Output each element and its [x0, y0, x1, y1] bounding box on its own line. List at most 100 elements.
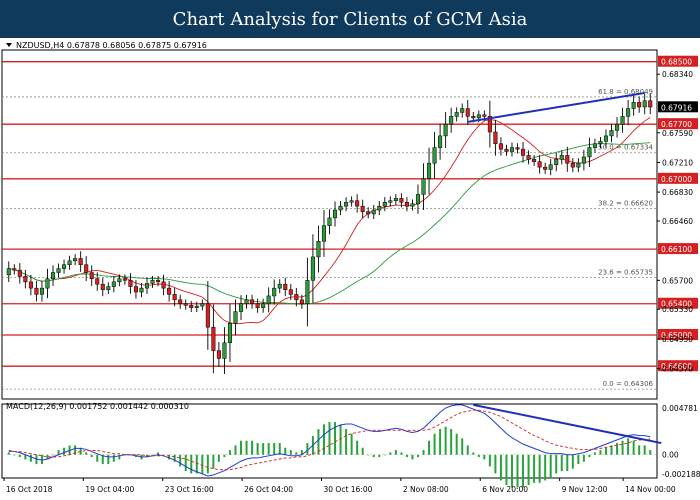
candle-body [244, 299, 249, 304]
macd-histogram-bar [262, 443, 265, 455]
macd-histogram-bar [560, 454, 563, 472]
candle-body [62, 264, 67, 269]
candle-body [294, 294, 299, 301]
macd-histogram-bar [217, 454, 220, 462]
candle-body [603, 135, 609, 142]
macd-histogram-bar [571, 454, 574, 469]
candle-body [615, 123, 620, 131]
macd-histogram-bar [251, 440, 254, 455]
candle-body [471, 116, 476, 119]
candle-body [526, 155, 531, 160]
candle-body [78, 258, 83, 265]
macd-histogram-bar [378, 454, 381, 458]
candle-body [421, 178, 426, 195]
candle-body [532, 159, 537, 162]
macd-histogram-bar [206, 454, 209, 474]
candle-body [288, 289, 293, 295]
macd-histogram-bar [96, 454, 99, 462]
macd-histogram-bar [361, 447, 364, 455]
candle-body [12, 268, 17, 271]
macd-histogram-bar [522, 454, 525, 488]
macd-histogram-bar [488, 454, 491, 467]
candle-body [454, 112, 459, 117]
x-tick-label: 30 Oct 16:00 [324, 485, 373, 494]
macd-histogram-bar [328, 422, 331, 455]
candle-body [399, 198, 404, 203]
candle-body [194, 305, 199, 308]
candle-body [299, 299, 304, 304]
candle-body [45, 278, 50, 289]
candle-body [620, 116, 625, 125]
macd-histogram-bar [593, 452, 596, 455]
candle-body [460, 108, 465, 113]
candle-body [6, 268, 11, 276]
macd-histogram-bar [63, 447, 66, 455]
price-chart-svg[interactable]: 61.8 = 0.6804950.0 = 0.6733438.2 = 0.666… [0, 38, 700, 500]
candle-body [366, 211, 371, 215]
candle-body [250, 299, 255, 304]
candle-body [360, 205, 365, 212]
macd-histogram-bar [428, 440, 431, 455]
macd-histogram-bar [466, 445, 469, 455]
macd-histogram-bar [533, 454, 536, 483]
macd-histogram-bar [267, 443, 270, 455]
y-tick-label: 0.64950 [662, 335, 693, 344]
macd-histogram-bar [604, 447, 607, 455]
candle-body [310, 256, 315, 281]
candle-body [178, 299, 183, 304]
candle-body [404, 201, 409, 207]
macd-histogram-bar [405, 454, 408, 458]
macd-histogram-bar [394, 450, 397, 455]
macd-histogram-bar [400, 452, 403, 455]
candle-body [338, 205, 343, 211]
candle-body [587, 147, 592, 158]
candle-body [570, 162, 575, 168]
candle-body [56, 268, 61, 273]
macd-histogram-bar [516, 454, 519, 488]
macd-histogram-bar [632, 440, 635, 455]
fibonacci-label: 0.0 = 0.64306 [603, 380, 654, 388]
macd-histogram-bar [295, 452, 298, 455]
macd-histogram-bar [18, 454, 21, 458]
candle-body [498, 143, 503, 150]
candle-body [211, 326, 216, 351]
candle-body [321, 225, 326, 242]
x-tick-label: 16 Oct 2018 [6, 485, 53, 494]
chart-frame[interactable]: 61.8 = 0.68049 50.0 = 0.67334 38.2 = 0.666… [0, 38, 700, 500]
candle-body [344, 201, 349, 207]
macd-histogram-bar [228, 450, 231, 455]
candle-body [642, 100, 647, 108]
y-tick-label: 0.67590 [662, 129, 693, 138]
macd-histogram-bar [461, 438, 464, 455]
macd-histogram-bar [643, 445, 646, 455]
candle-body [476, 114, 481, 119]
macd-histogram-bar [107, 454, 110, 465]
candle-body [183, 303, 188, 306]
candle-body [189, 305, 194, 308]
macd-y-tick-label: 0.004781 [662, 404, 698, 413]
macd-histogram-bar [577, 454, 580, 465]
macd-histogram-bar [367, 454, 370, 456]
fibonacci-label: 23.6 = 0.65735 [598, 269, 653, 277]
candle-body [521, 148, 526, 156]
x-tick-label: 19 Oct 04:00 [85, 485, 134, 494]
candle-body [543, 166, 548, 170]
y-tick-label: 0.67210 [662, 158, 693, 167]
candle-body [427, 162, 432, 180]
candle-body [327, 217, 332, 226]
x-tick-label: 9 Nov 12:00 [562, 485, 608, 494]
macd-histogram-bar [284, 447, 287, 455]
candle-body [128, 280, 133, 287]
candle-body [410, 203, 415, 207]
macd-histogram-bar [555, 454, 558, 474]
macd-histogram-bar [90, 454, 93, 458]
macd-histogram-bar [582, 454, 585, 462]
macd-histogram-bar [588, 454, 591, 458]
candle-body [548, 164, 553, 170]
candle-body [272, 287, 277, 297]
candle-body [509, 147, 515, 152]
candle-body [565, 155, 570, 164]
macd-histogram-bar [422, 450, 425, 455]
macd-histogram-bar [510, 454, 513, 488]
macd-histogram-bar [411, 454, 414, 460]
